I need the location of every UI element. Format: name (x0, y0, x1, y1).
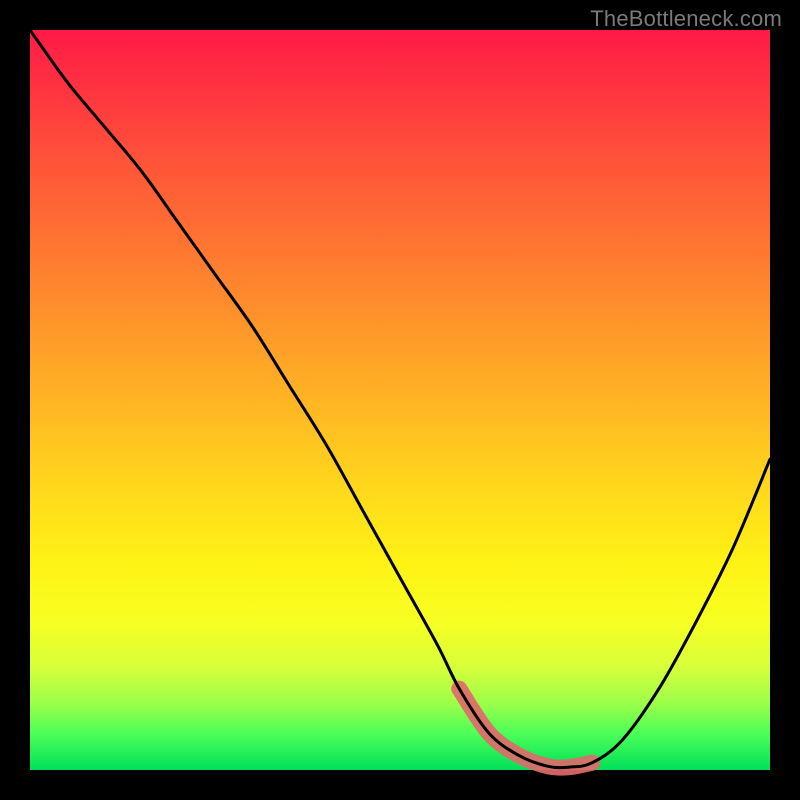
watermark-text: TheBottleneck.com (590, 6, 782, 32)
bottleneck-curve (30, 30, 770, 768)
chart-frame: TheBottleneck.com (0, 0, 800, 800)
chart-svg (30, 30, 770, 770)
optimal-range-band (459, 689, 592, 768)
